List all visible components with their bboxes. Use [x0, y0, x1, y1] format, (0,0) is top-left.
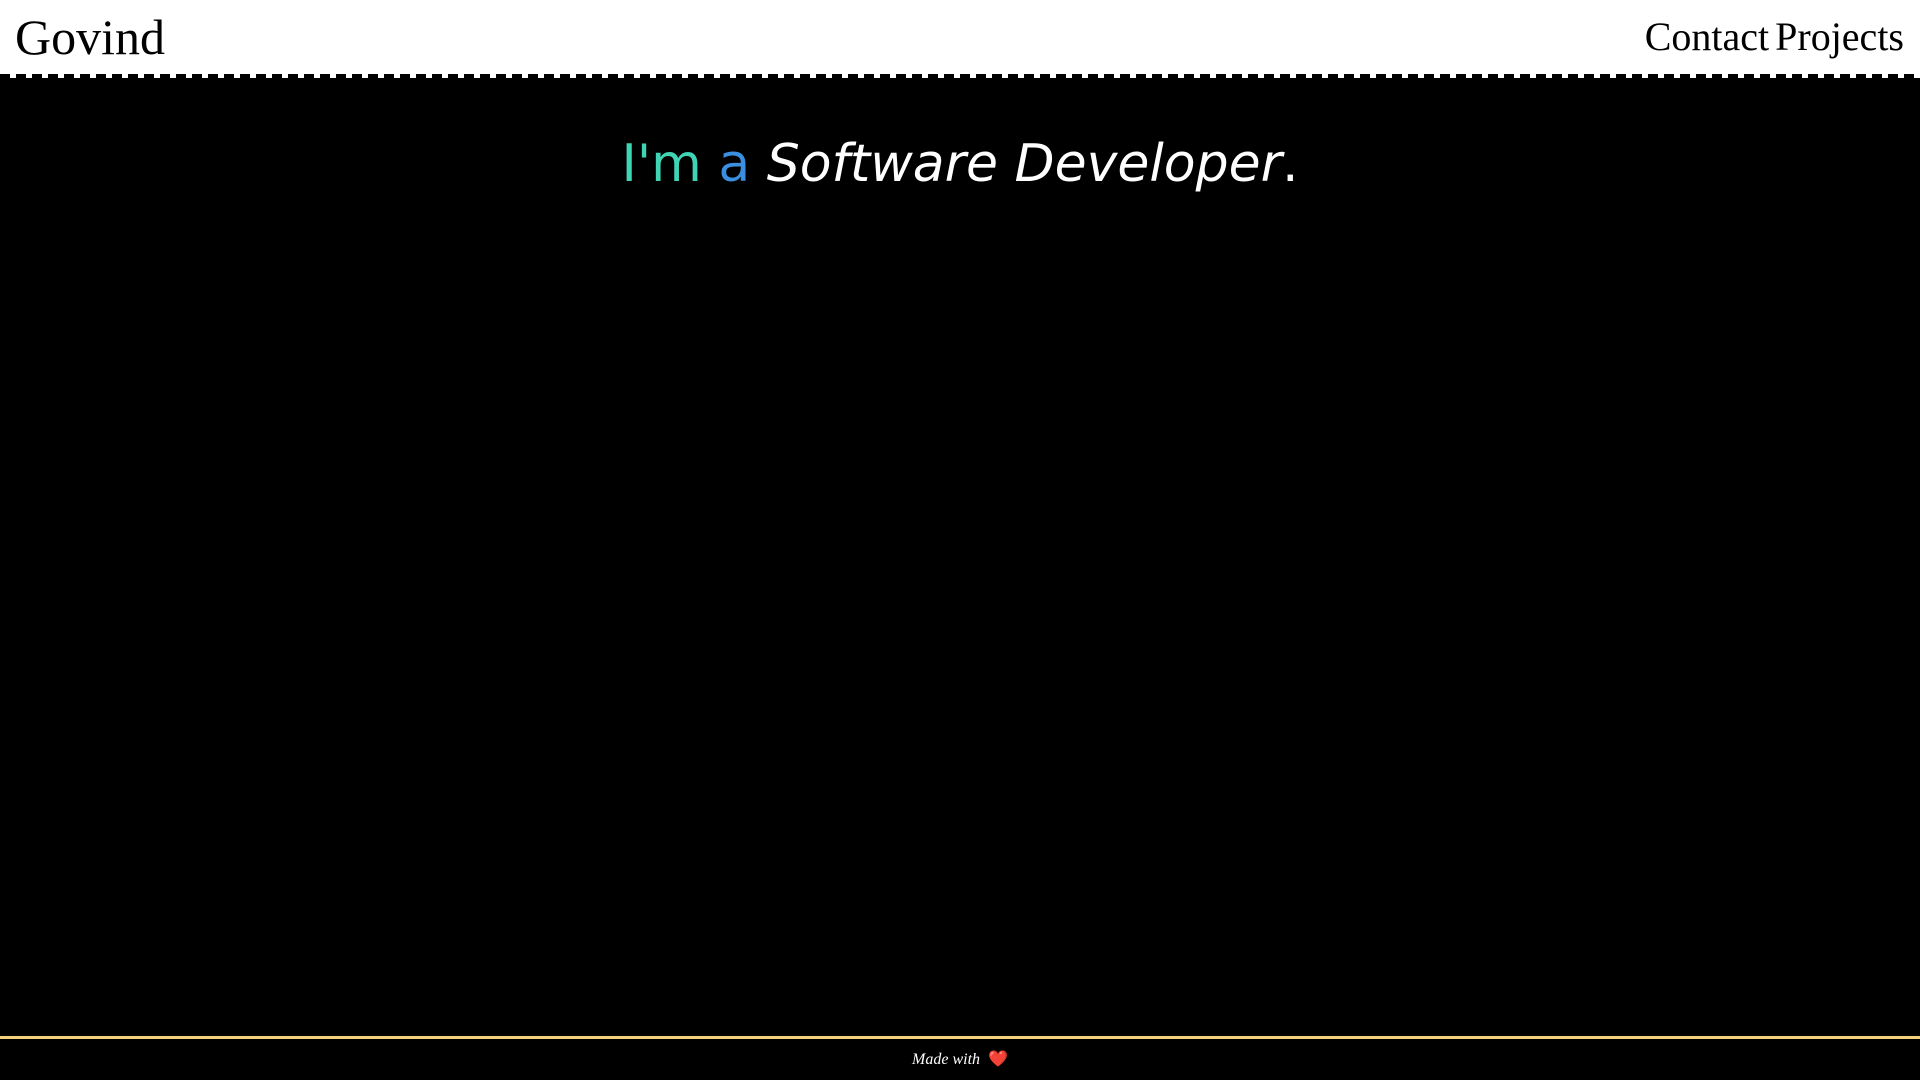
top-navbar: Govind Contact Projects — [0, 0, 1920, 74]
top-nav: Contact Projects — [1645, 14, 1904, 60]
footer-text: Made with — [912, 1051, 981, 1068]
dashed-divider — [0, 74, 1920, 78]
hero-tagline: I'm a Software Developer. — [0, 132, 1920, 196]
hero-period: . — [1281, 134, 1299, 194]
brand-link[interactable]: Govind — [15, 8, 165, 66]
footer: Made with ❤️ — [0, 1048, 1920, 1072]
heart-icon: ❤️ — [988, 1051, 1008, 1068]
nav-projects-link[interactable]: Projects — [1775, 14, 1904, 60]
nav-contact-link[interactable]: Contact — [1645, 14, 1769, 60]
hero-article: a — [718, 134, 751, 194]
footer-divider — [0, 1036, 1920, 1039]
hero-im: I'm — [621, 134, 702, 194]
hero-role: Software Developer — [766, 134, 1282, 194]
